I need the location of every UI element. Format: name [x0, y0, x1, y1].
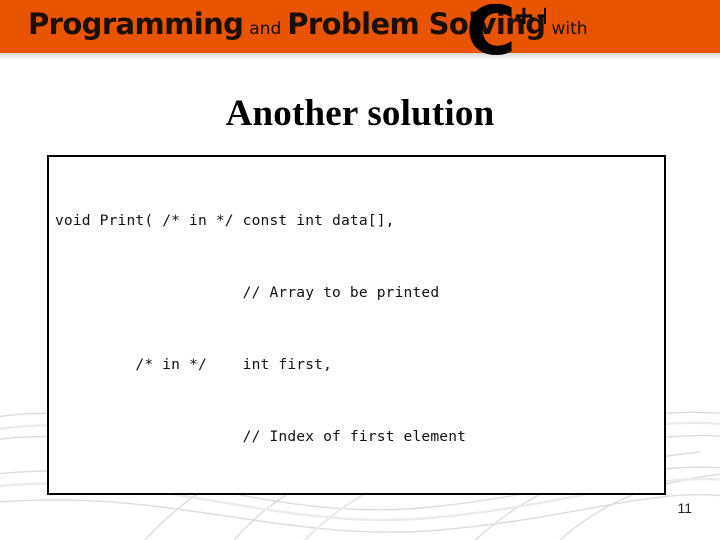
- header-banner-shadow: [0, 53, 720, 60]
- code-line: // Array to be printed: [55, 284, 440, 301]
- cpp-logo-letter: C: [466, 0, 516, 60]
- slide: Programming and Problem Solving with C +…: [0, 0, 720, 540]
- page-title: Another solution: [225, 93, 495, 134]
- code-lines-container: void Print( /* in */ const int data[], /…: [55, 161, 662, 493]
- code-line: void Print( /* in */ const int data[],: [55, 212, 395, 229]
- code-line: /* in */ int first,: [55, 356, 333, 373]
- banner-word-and: and: [249, 19, 282, 39]
- code-line: // Index of first element: [55, 428, 467, 445]
- cpp-logo-suffix: ++: [513, 1, 546, 31]
- banner-word-with: with: [551, 19, 588, 39]
- page-number: 11: [677, 500, 692, 516]
- cpp-logo-icon: C ++: [466, 0, 546, 60]
- code-block: void Print( /* in */ const int data[], /…: [47, 155, 666, 495]
- banner-word-programming: Programming: [28, 7, 244, 41]
